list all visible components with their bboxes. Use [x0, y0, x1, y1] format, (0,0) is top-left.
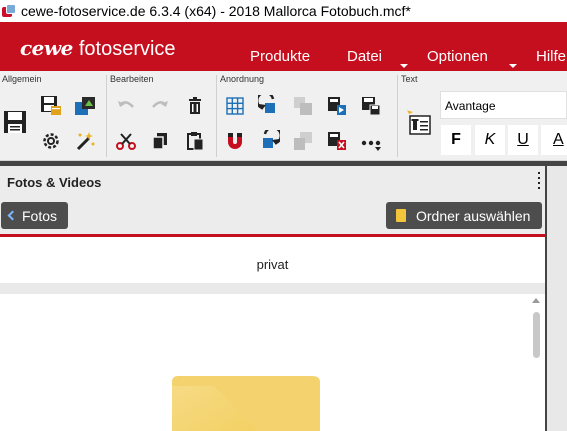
choose-folder-button[interactable]: Ordner auswählen — [386, 202, 542, 229]
photos-videos-panel: Fotos & Videos Fotos Ordner auswählen pr… — [0, 166, 545, 431]
undo-icon — [118, 101, 134, 108]
optionen-dropdown-arrow-icon[interactable] — [509, 64, 517, 68]
move-forward-icon — [328, 97, 346, 115]
logo-cewe-text: cewe — [20, 36, 73, 60]
ribbon-separator — [397, 75, 398, 157]
save-as-button[interactable] — [36, 91, 66, 121]
add-text-button[interactable] — [403, 93, 433, 151]
save-icon — [4, 111, 26, 133]
more-button[interactable] — [356, 126, 386, 156]
bold-button[interactable]: F — [441, 125, 471, 155]
menu-optionen[interactable]: Optionen — [427, 48, 488, 65]
upload-icon — [75, 97, 95, 115]
save-page-button[interactable] — [356, 91, 386, 121]
italic-button[interactable]: K — [475, 125, 505, 155]
folder-icon[interactable] — [172, 376, 320, 431]
window-title: cewe-fotoservice.de 6.3.4 (x64) - 2018 M… — [21, 3, 411, 19]
group-label-text: Text — [401, 74, 418, 84]
choose-folder-label: Ordner auswählen — [416, 207, 531, 224]
current-folder-name: privat — [0, 237, 545, 283]
folder-content-area — [0, 294, 527, 431]
font-color-button[interactable]: A — [541, 125, 567, 155]
rotate-right-icon — [263, 130, 280, 148]
delete-button[interactable] — [180, 91, 210, 121]
magnet-icon — [228, 133, 242, 149]
cewe-logo: cewe fotoservice — [20, 36, 176, 61]
panel-nav: Fotos Ordner auswählen — [0, 196, 545, 234]
send-backward-icon — [294, 132, 312, 150]
send-backward-button[interactable] — [288, 126, 318, 156]
grid-button[interactable] — [220, 91, 250, 121]
panel-grip-icon[interactable] — [538, 172, 541, 190]
settings-button[interactable] — [36, 126, 66, 156]
menu-hilfe[interactable]: Hilfe — [536, 48, 566, 65]
divider-band — [0, 283, 545, 294]
content-scrollbar[interactable] — [527, 294, 545, 431]
back-button-label: Fotos — [22, 207, 58, 224]
bring-forward-icon — [294, 97, 312, 115]
more-icon — [361, 140, 381, 151]
paste-button[interactable] — [180, 126, 210, 156]
copy-icon — [152, 133, 167, 150]
undo-button[interactable] — [111, 91, 141, 121]
menu-datei[interactable]: Datei — [347, 48, 382, 65]
magic-wand-icon — [76, 132, 95, 151]
ribbon-separator — [106, 75, 107, 157]
cewe-app-icon — [2, 4, 16, 18]
group-label-bearbeiten: Bearbeiten — [110, 74, 154, 84]
ribbon-group-bearbeiten: Bearbeiten — [108, 71, 214, 161]
redo-button[interactable] — [145, 91, 175, 121]
scroll-thumb[interactable] — [533, 312, 540, 358]
ribbon-group-anordnung: Anordnung — [218, 71, 396, 161]
remove-page-button[interactable] — [322, 126, 352, 156]
logo-fotoservice-text: fotoservice — [78, 38, 176, 60]
bring-forward-button[interactable] — [288, 91, 318, 121]
brand-bar: cewe fotoservice Produkte Datei Optionen… — [0, 22, 567, 71]
group-label-allgemein: Allgemein — [2, 74, 42, 84]
rotate-right-button[interactable] — [254, 126, 284, 156]
copy-button[interactable] — [145, 126, 175, 156]
paste-icon — [187, 132, 204, 151]
add-text-icon — [407, 110, 431, 135]
save-page-icon — [362, 97, 381, 116]
settings-icon — [43, 133, 59, 149]
title-bar: cewe-fotoservice.de 6.3.4 (x64) - 2018 M… — [0, 0, 567, 22]
grid-icon — [226, 97, 244, 115]
app-window: cewe-fotoservice.de 6.3.4 (x64) - 2018 M… — [0, 0, 567, 431]
redo-icon — [152, 101, 168, 108]
font-family-select[interactable]: Avantage — [440, 91, 567, 119]
back-to-photos-button[interactable]: Fotos — [1, 202, 68, 229]
rotate-left-icon — [258, 95, 275, 113]
folder-icon — [396, 209, 406, 222]
save-as-icon — [41, 96, 61, 115]
ribbon-group-allgemein: Allgemein — [0, 71, 106, 161]
upload-button[interactable] — [70, 91, 100, 121]
ribbon-toolbar: Allgemein Bearbeiten Anordnung Text Avan… — [0, 71, 567, 161]
cut-button[interactable] — [111, 126, 141, 156]
magnet-button[interactable] — [220, 126, 250, 156]
chevron-left-icon — [7, 210, 18, 221]
save-button[interactable] — [1, 93, 29, 151]
workspace-edge — [545, 166, 567, 431]
delete-icon — [189, 97, 201, 114]
ribbon-separator — [216, 75, 217, 157]
scroll-up-arrow-icon[interactable] — [532, 298, 540, 303]
datei-dropdown-arrow-icon[interactable] — [400, 64, 408, 68]
move-forward-button[interactable] — [322, 91, 352, 121]
remove-page-icon — [328, 132, 346, 150]
magic-wand-button[interactable] — [70, 126, 100, 156]
menu-produkte[interactable]: Produkte — [250, 48, 310, 65]
rotate-left-button[interactable] — [254, 91, 284, 121]
panel-title: Fotos & Videos — [7, 175, 102, 190]
panel-header: Fotos & Videos — [0, 166, 545, 196]
group-label-anordnung: Anordnung — [220, 74, 265, 84]
underline-button[interactable]: U — [508, 125, 538, 155]
cut-icon — [116, 133, 136, 150]
